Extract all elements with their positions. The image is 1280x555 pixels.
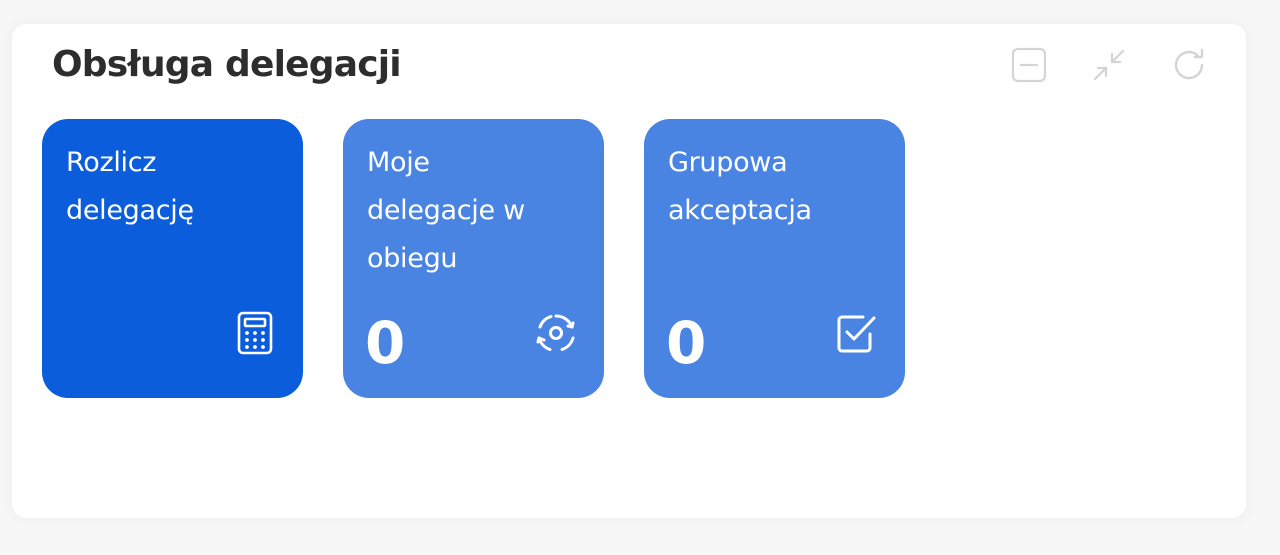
tiles-grid: Rozlicz delegację Moje delegacje w obieg… bbox=[42, 119, 905, 398]
minimize-button[interactable] bbox=[1010, 46, 1048, 84]
tile-label: Rozlicz delegację bbox=[66, 147, 194, 226]
minimize-square-icon bbox=[1011, 47, 1047, 83]
collapse-arrows-icon bbox=[1093, 49, 1125, 81]
refresh-button[interactable] bbox=[1170, 46, 1208, 84]
delegations-widget: Obsługa delegacji Rozlicz delegację Moje… bbox=[12, 24, 1246, 518]
checkbox-icon bbox=[835, 310, 879, 356]
tile-count: 0 bbox=[666, 309, 707, 377]
refresh-icon bbox=[1174, 48, 1204, 80]
tile-label: Grupowa akceptacja bbox=[668, 147, 812, 226]
widget-title: Obsługa delegacji bbox=[52, 44, 402, 85]
collapse-button[interactable] bbox=[1090, 46, 1128, 84]
tile-settle-delegation[interactable]: Rozlicz delegację bbox=[42, 119, 303, 398]
widget-controls bbox=[1010, 46, 1208, 84]
calculator-icon bbox=[233, 310, 277, 356]
circular-arrows-icon bbox=[534, 310, 578, 356]
tile-count: 0 bbox=[365, 309, 406, 377]
tile-my-delegations[interactable]: Moje delegacje w obiegu 0 bbox=[343, 119, 604, 398]
tile-label: Moje delegacje w obiegu bbox=[367, 147, 525, 274]
tile-group-acceptance[interactable]: Grupowa akceptacja 0 bbox=[644, 119, 905, 398]
